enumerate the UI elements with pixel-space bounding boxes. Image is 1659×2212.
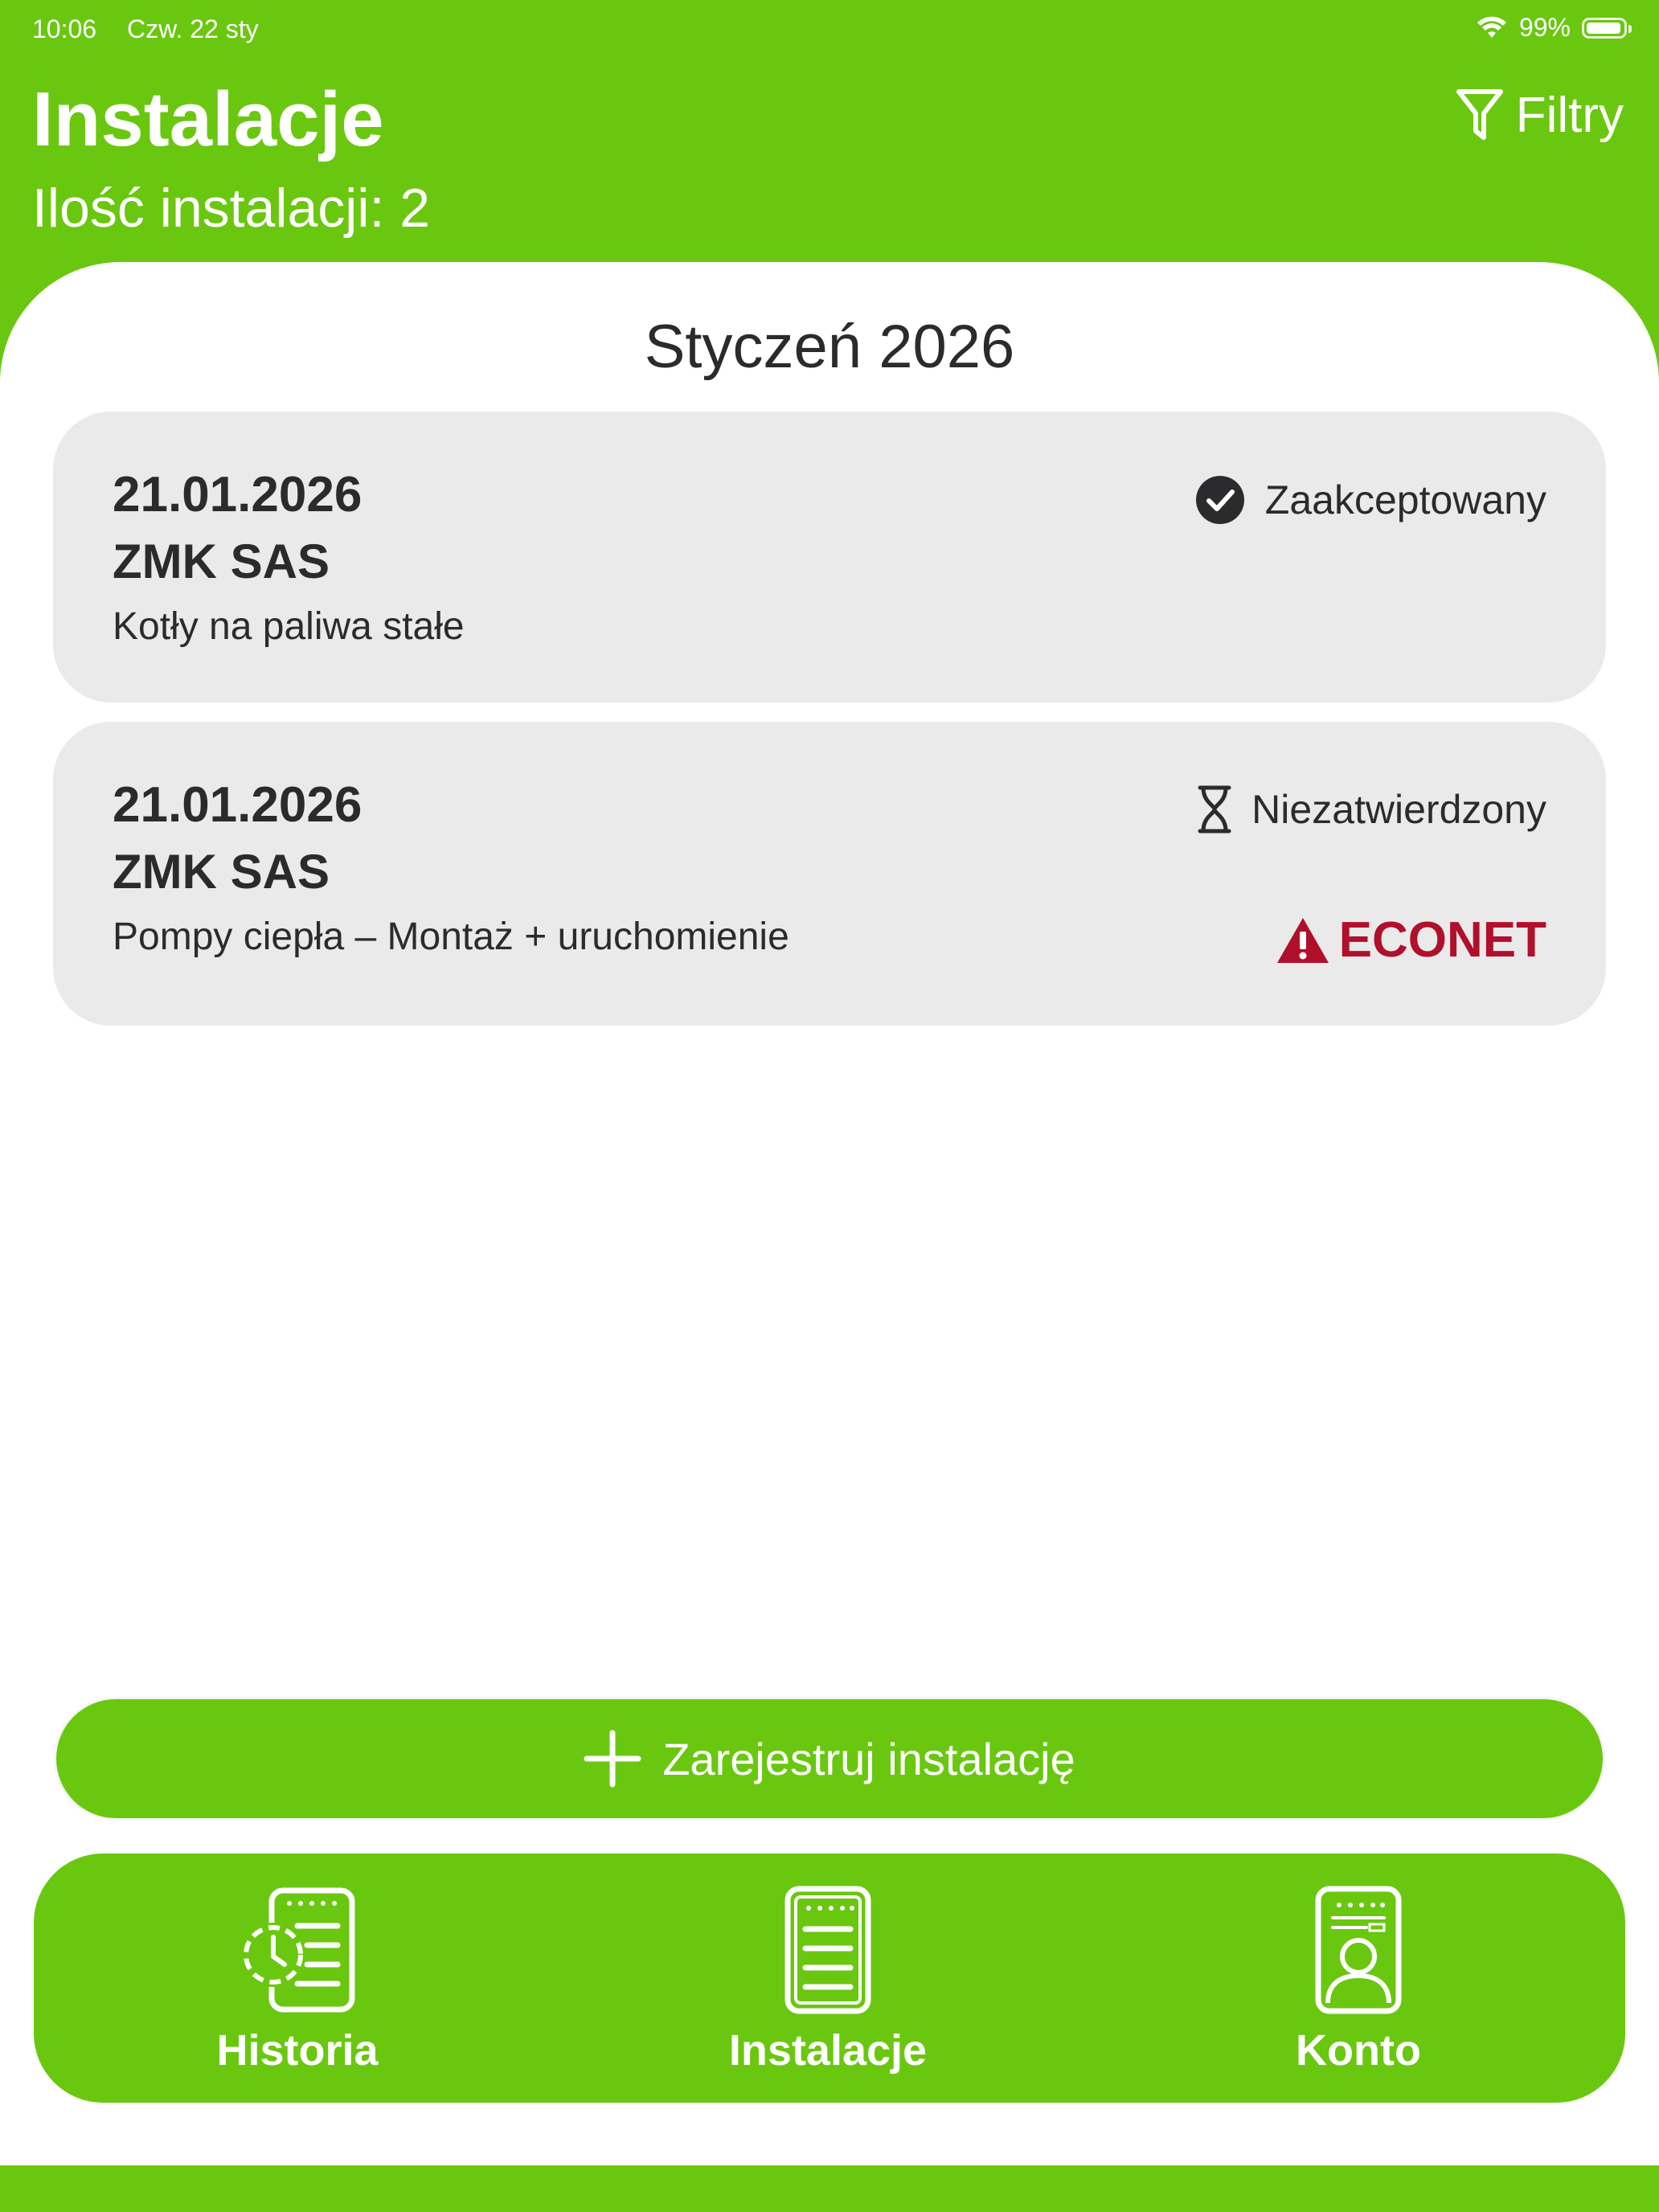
wifi-icon [1477,16,1506,38]
status-indicators: 99% [1476,13,1632,43]
filter-icon [1456,88,1503,140]
installation-card[interactable]: 21.01.2026 ZMK SAS Kotły na paliwa stałe… [53,412,1606,703]
tab-label: Historia [216,2026,379,2075]
account-card-icon [1315,1886,1402,2014]
warning-icon [1276,917,1329,963]
status-bar: 10:06 Czw. 22 sty 99% [0,0,1659,61]
page-title: Instalacje [32,76,384,162]
register-button-label: Zarejestruj instalację [662,1733,1075,1784]
installation-status: Zaakceptowany [1194,474,1546,526]
installation-date: 21.01.2026 [113,467,363,522]
status-label: Niezatwierdzony [1251,787,1546,832]
econet-label: ECONET [1338,912,1546,968]
tab-label: Konto [1296,2026,1421,2075]
installation-date: 21.01.2026 [113,777,363,833]
filter-button[interactable]: Filtry [1455,87,1624,144]
battery-percent: 99% [1518,13,1571,42]
installation-type: Pompy ciepła – Montaż + uruchomienie [113,916,789,958]
installation-card[interactable]: 21.01.2026 ZMK SAS Pompy ciepła – Montaż… [53,722,1606,1026]
status-date: Czw. 22 sty [127,14,259,43]
tab-label: Instalacje [728,2026,928,2075]
check-circle-icon [1195,476,1244,524]
installation-count: Ilość instalacji: 2 [32,178,431,239]
hourglass-icon [1198,785,1231,834]
filter-label: Filtry [1515,88,1624,143]
month-section-title: Styczeń 2026 [644,313,1015,381]
econet-warning-badge: ECONET [1275,911,1546,969]
tab-historia[interactable]: Historia [137,1886,458,2087]
register-installation-button[interactable]: Zarejestruj instalację [56,1699,1603,1818]
plus-icon [584,1730,641,1788]
bottom-strip [0,2165,1659,2212]
battery-icon [1582,17,1632,39]
installation-company: ZMK SAS [113,535,330,588]
tab-bar: Historia Instalacje Konto [34,1854,1625,2103]
document-list-icon [784,1886,871,2014]
tab-konto[interactable]: Konto [1198,1886,1519,2087]
installation-type: Kotły na paliwa stałe [113,605,465,648]
history-icon [241,1887,355,2013]
installation-status: Niezatwierdzony [1197,784,1546,834]
installation-company: ZMK SAS [113,845,330,899]
tab-instalacje[interactable]: Instalacje [667,1886,989,2087]
status-time: 10:06 [32,14,97,43]
status-label: Zaakceptowany [1264,477,1546,522]
